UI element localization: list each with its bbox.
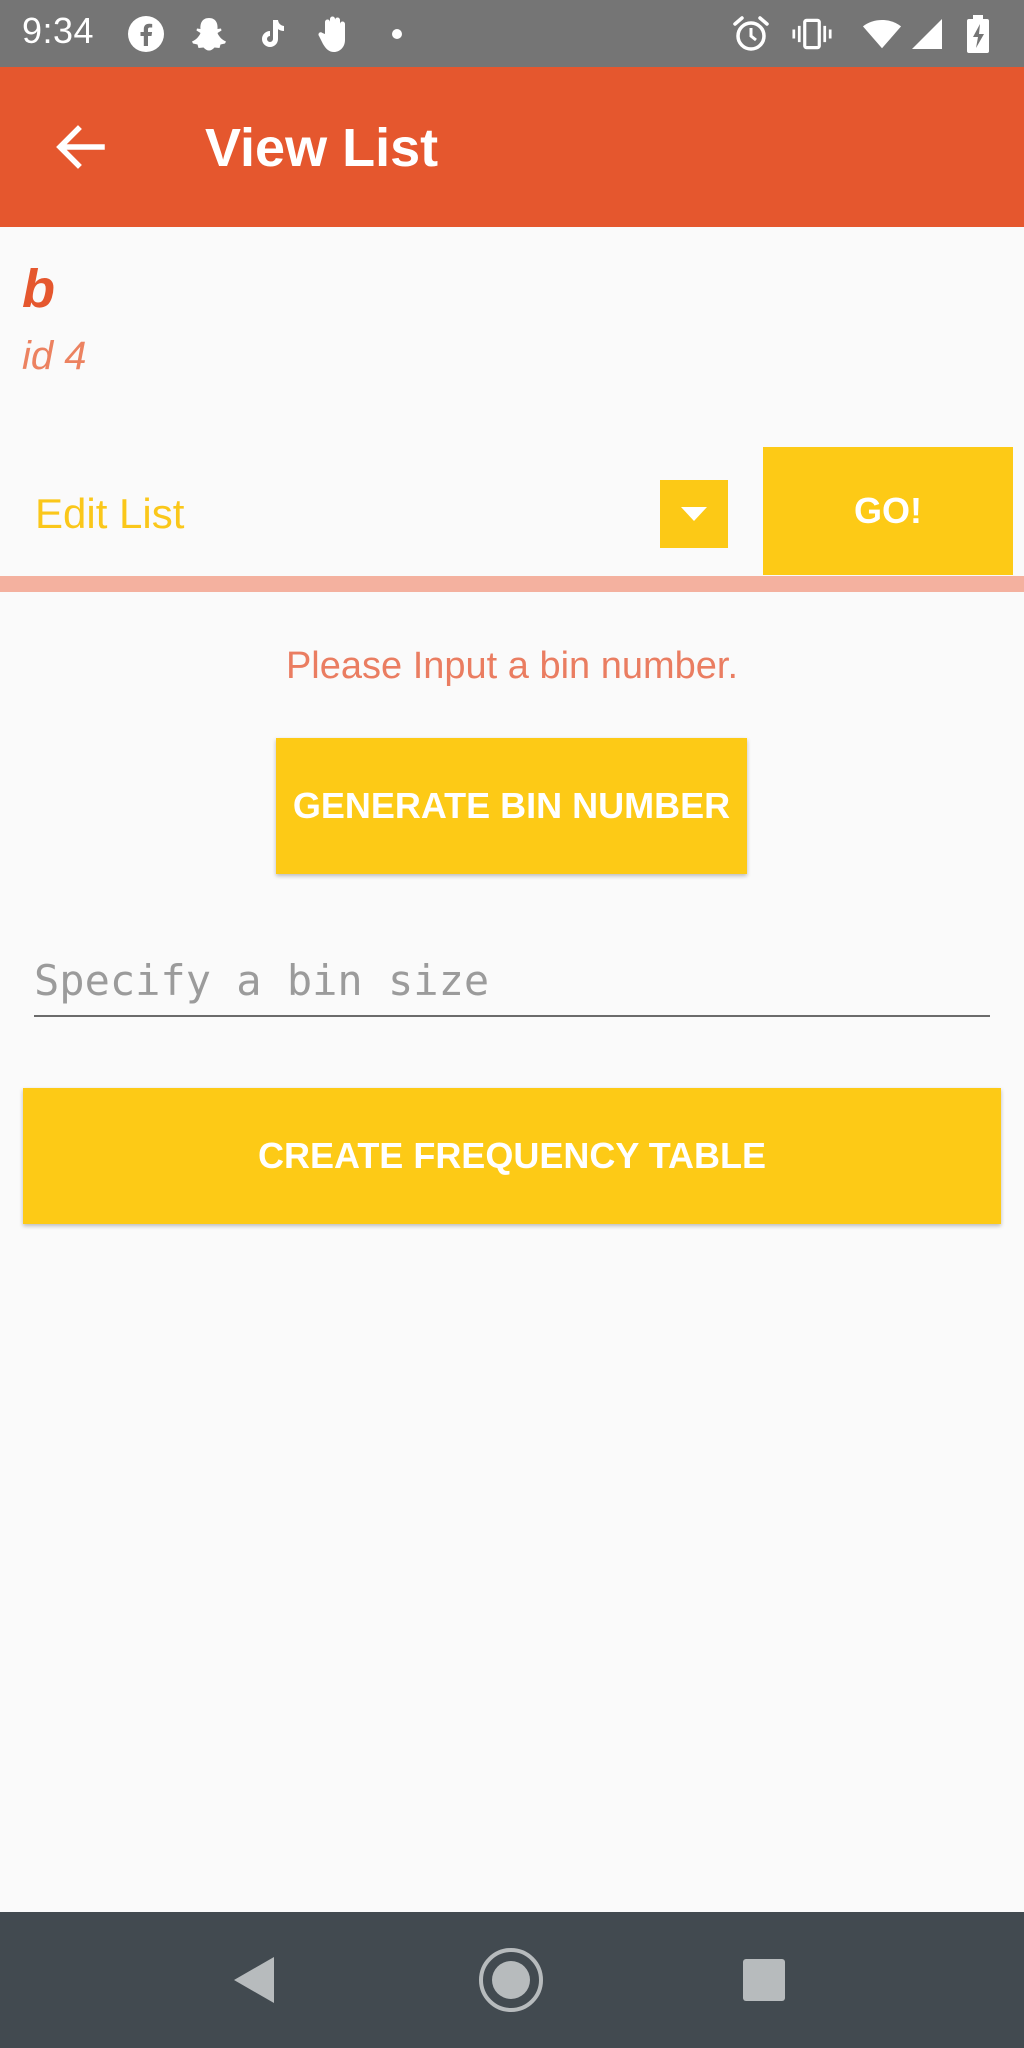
tiktok-icon [252, 14, 292, 54]
nav-recents-icon[interactable] [724, 1940, 804, 2020]
dot-icon [377, 14, 417, 54]
prompt-text: Please Input a bin number. [285, 645, 739, 687]
list-name: b [22, 259, 55, 319]
spinner-selected-label: Edit List [35, 490, 185, 537]
snapchat-icon [189, 14, 229, 54]
nav-home-icon[interactable] [471, 1940, 551, 2020]
go-button[interactable]: GO! [763, 447, 1013, 575]
status-bar: 9:34 [0, 0, 1024, 67]
signal-icon [907, 14, 947, 54]
page-title: View List [205, 118, 439, 178]
caret-down-icon[interactable] [660, 480, 728, 548]
facebook-icon [126, 14, 166, 54]
vibrate-icon [792, 14, 832, 54]
hand-icon [315, 14, 355, 54]
alarm-icon [731, 14, 771, 54]
back-button[interactable] [40, 107, 120, 187]
list-id: id 4 [22, 334, 87, 378]
generate-bin-number-button[interactable]: GENERATE BIN NUMBER [276, 738, 747, 874]
nav-back-icon[interactable] [215, 1940, 295, 2020]
bin-size-input[interactable] [34, 945, 990, 1017]
arrow-back-icon [56, 125, 105, 169]
nav-bar [0, 1912, 1024, 2048]
battery-charging-icon [958, 14, 998, 54]
app-bar: View List [0, 67, 1024, 227]
status-time: 9:34 [22, 10, 95, 51]
create-frequency-table-button[interactable]: CREATE FREQUENCY TABLE [23, 1088, 1001, 1224]
screen: 9:34 View List b id 4 Edit List GO! Plea… [0, 0, 1024, 2048]
wifi-icon [862, 14, 902, 54]
divider [0, 576, 1024, 592]
